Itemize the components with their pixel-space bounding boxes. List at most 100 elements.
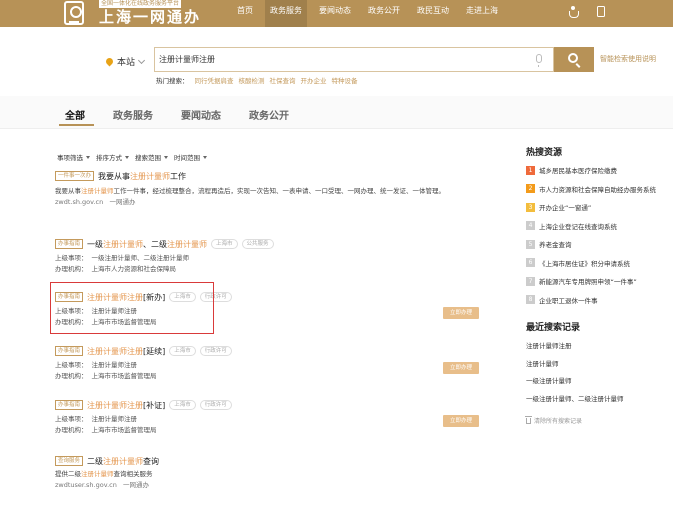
- search-result: 办事指南 注册计量师注册 [补证] 上海市 行政许可 上级事项： 注册计量师注册 办…: [55, 399, 505, 436]
- nav-government-services[interactable]: 政务服务: [265, 0, 307, 27]
- hot-resource-item[interactable]: 1 城乡居民基本医疗保险缴费: [526, 161, 673, 180]
- meta-value: 上海市市场监督管理局: [91, 372, 157, 380]
- search-scope-label: 本站: [117, 58, 136, 68]
- result-type-tag: 一件事一次办: [55, 171, 95, 181]
- result-source: zwdtuser.sh.gov.cn 一网通办: [55, 480, 505, 491]
- search-result: 一件事一次办 我要从事 注册计量师 工作 我要从事注册计量师工作一件事，经过梳理整合…: [55, 170, 505, 208]
- rank-badge: 8: [526, 295, 535, 305]
- meta-label: 办理机构：: [55, 265, 88, 273]
- hot-resource-item[interactable]: 4 上海企业登记在线查询系统: [526, 217, 673, 236]
- filter-item-type[interactable]: 事项筛选: [57, 152, 90, 162]
- logo-subtitle: 全国一体化在线政务服务平台: [99, 0, 182, 8]
- recent-search-item[interactable]: 一级注册计量师、二级注册计量师: [526, 393, 673, 411]
- result-source: zwdt.sh.gov.cn 一网通办: [55, 197, 505, 208]
- logo-icon[interactable]: [64, 1, 84, 25]
- caret-down-icon: [125, 155, 129, 159]
- hot-search-link[interactable]: 社保查询: [270, 75, 296, 85]
- title-highlight: 注册计量师: [103, 456, 144, 466]
- handle-now-button[interactable]: 立即办理: [443, 415, 479, 427]
- handle-now-button[interactable]: 立即办理: [443, 307, 479, 319]
- result-org: 办理机构： 上海市市场监督管理局: [55, 371, 505, 382]
- nav-home[interactable]: 首页: [232, 0, 258, 27]
- accessibility-icon[interactable]: [568, 6, 579, 18]
- hot-resource-item[interactable]: 6 《上海市居住证》积分申请系统: [526, 254, 673, 273]
- highlight-annotation-box: [50, 282, 214, 334]
- handle-now-button[interactable]: 立即办理: [443, 362, 479, 374]
- meta-value: 上海市市场监督管理局: [91, 426, 157, 434]
- chevron-down-icon: [137, 56, 146, 64]
- microphone-icon[interactable]: [536, 54, 542, 67]
- nav-interaction[interactable]: 政民互动: [412, 0, 454, 27]
- nav-public-affairs[interactable]: 政务公开: [363, 0, 405, 27]
- rank-badge: 7: [526, 276, 535, 286]
- hot-searches-label: 热门搜索：: [156, 77, 189, 85]
- result-description: 我要从事注册计量师工作一件事，经过梳理整合，流程再造后，实现一次告知、一表申请、…: [55, 186, 500, 197]
- title-text: 一级: [87, 239, 104, 249]
- hot-resource-item[interactable]: 7 新能源汽车专用牌照申领“一件事”: [526, 272, 673, 291]
- search-icon: [568, 53, 578, 63]
- desc-text: 查询相关服务: [113, 470, 153, 478]
- tab-news[interactable]: 要闻动态: [181, 107, 221, 122]
- desc-text: 提供二级: [55, 470, 81, 478]
- filter-time[interactable]: 时间范围: [174, 152, 207, 162]
- title-text: [延续]: [143, 346, 166, 356]
- source-name: 一网通办: [123, 481, 150, 489]
- search-input[interactable]: [159, 51, 519, 68]
- rank-badge: 2: [526, 184, 535, 194]
- recent-search-item[interactable]: 注册计量师: [526, 358, 673, 376]
- tab-public-affairs[interactable]: 政务公开: [249, 107, 289, 122]
- filter-label: 排序方式: [96, 154, 122, 162]
- meta-value: 注册计量师注册: [91, 415, 138, 423]
- category-pill: 行政许可: [199, 400, 232, 410]
- category-pill: 公共服务: [241, 239, 274, 249]
- result-title-link[interactable]: 办事指南 注册计量师注册 [补证] 上海市 行政许可: [55, 399, 505, 411]
- search-help-link[interactable]: 智能检索使用说明: [600, 54, 656, 64]
- hot-search-link[interactable]: 同行凭据肩查: [195, 75, 234, 85]
- title-text: 我要从事: [98, 171, 131, 181]
- hot-resource-item[interactable]: 3 开办企业“一窗通”: [526, 198, 673, 217]
- result-title-link[interactable]: 查询服务 二级 注册计量师 查询: [55, 455, 505, 467]
- result-parent-item: 上级事项： 注册计量师注册: [55, 414, 505, 425]
- title-text: 二级: [87, 456, 104, 466]
- recent-search-item[interactable]: 一级注册计量师: [526, 375, 673, 393]
- filter-sort[interactable]: 排序方式: [96, 152, 129, 162]
- clear-history-label: 清除所有搜索记录: [534, 418, 583, 425]
- recent-search-item[interactable]: 注册计量师注册: [526, 340, 673, 358]
- divider: [0, 128, 673, 129]
- title-text: 工作: [170, 171, 187, 181]
- search-button[interactable]: [554, 47, 594, 72]
- result-title-link[interactable]: 办事指南 注册计量师注册 [延续] 上海市 行政许可: [55, 345, 505, 357]
- hot-resources-title: 热搜资源: [526, 148, 563, 158]
- search-scope-select[interactable]: 本站: [104, 55, 146, 68]
- hot-search-link[interactable]: 开办企业: [301, 75, 327, 85]
- hot-resource-item[interactable]: 8 企业职工退休一件事: [526, 291, 673, 310]
- filter-scope[interactable]: 搜索范围: [135, 152, 168, 162]
- result-tabs: 全部 政务服务 要闻动态 政务公开: [65, 107, 317, 122]
- mobile-icon[interactable]: [597, 6, 605, 17]
- hot-resource-label: 养老金查询: [539, 241, 572, 250]
- rank-badge: 4: [526, 221, 535, 231]
- hot-search-link[interactable]: 特种设备: [332, 75, 358, 85]
- hot-resource-label: 开办企业“一窗通”: [539, 204, 592, 213]
- source-domain[interactable]: zwdt.sh.gov.cn: [55, 198, 103, 206]
- trash-icon: [525, 415, 532, 424]
- result-type-tag: 查询服务: [55, 456, 84, 466]
- source-domain[interactable]: zwdtuser.sh.gov.cn: [55, 481, 117, 489]
- nav-about-shanghai[interactable]: 走进上海: [461, 0, 503, 27]
- recent-searches-title: 最近搜索记录: [526, 323, 581, 333]
- result-description: 提供二级注册计量师查询相关服务: [55, 469, 500, 480]
- title-highlight: 注册计量师注册: [87, 400, 144, 410]
- clear-history-link[interactable]: 清除所有搜索记录: [525, 415, 583, 425]
- hot-resource-item[interactable]: 5 养老金查询: [526, 235, 673, 254]
- result-title-link[interactable]: 办事指南 一级 注册计量师 、二级 注册计量师 上海市 公共服务: [55, 238, 505, 250]
- hot-resource-label: 《上海市居住证》积分申请系统: [539, 259, 630, 268]
- tab-government-services[interactable]: 政务服务: [113, 107, 153, 122]
- hot-search-link[interactable]: 核酸检测: [239, 75, 265, 85]
- result-title-link[interactable]: 一件事一次办 我要从事 注册计量师 工作: [55, 170, 505, 182]
- tab-all[interactable]: 全部: [65, 107, 85, 122]
- logo-title[interactable]: 上海一网通办: [99, 9, 201, 26]
- hot-resource-label: 城乡居民基本医疗保险缴费: [539, 167, 617, 176]
- nav-news[interactable]: 要闻动态: [314, 0, 356, 27]
- hot-resource-item[interactable]: 2 市人力资源和社会保障自助经办服务系统: [526, 180, 673, 199]
- active-tab-indicator: [59, 124, 94, 126]
